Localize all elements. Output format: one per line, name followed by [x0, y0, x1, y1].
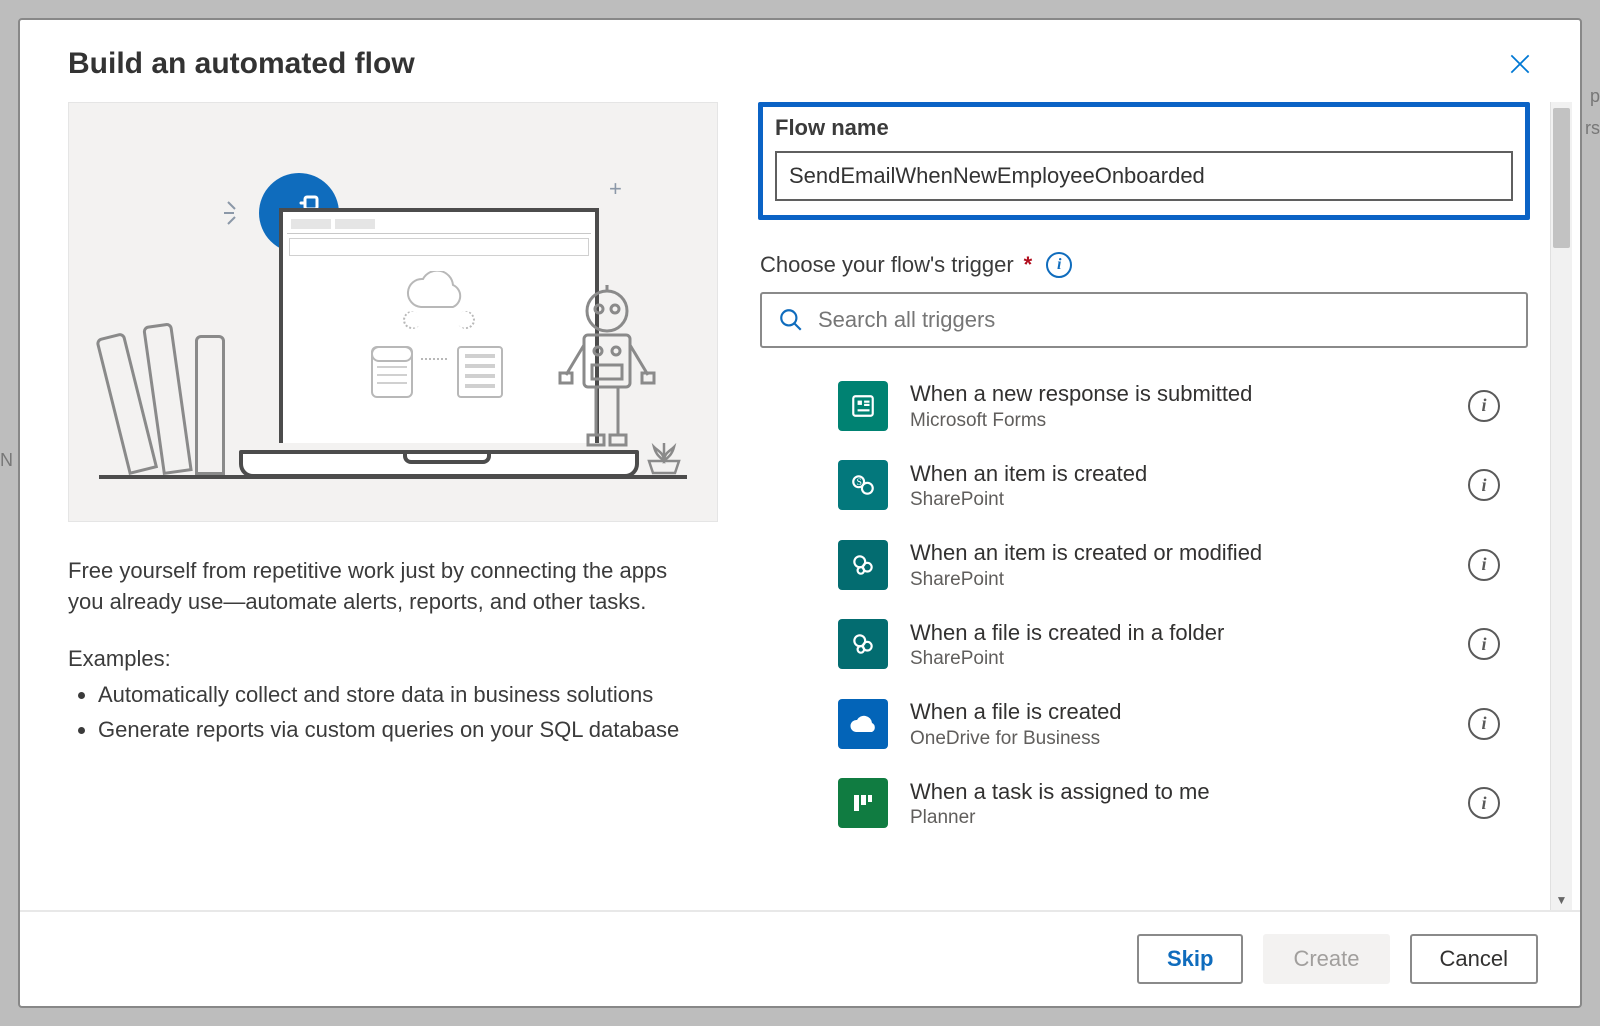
trigger-subtitle: Planner: [910, 807, 1446, 829]
trigger-item[interactable]: S When an item is createdSharePoint i: [838, 446, 1528, 526]
trigger-list: When a new response is submittedMicrosof…: [760, 366, 1528, 843]
dialog-title: Build an automated flow: [68, 47, 415, 81]
svg-text:S: S: [857, 477, 862, 488]
trigger-subtitle: SharePoint: [910, 648, 1446, 670]
dialog-header: Build an automated flow: [20, 20, 1580, 94]
trigger-title: When a file is created in a folder: [910, 619, 1446, 647]
dialog-body: +: [20, 94, 1580, 910]
dialog-footer: Skip Create Cancel: [20, 910, 1580, 1006]
trigger-text: When a file is createdOneDrive for Busin…: [910, 698, 1446, 750]
trigger-item[interactable]: When a file is createdOneDrive for Busin…: [838, 684, 1528, 764]
trigger-title: When a task is assigned to me: [910, 778, 1446, 806]
search-icon: [778, 307, 804, 333]
trigger-section: Choose your flow's trigger * i When a ne…: [758, 252, 1544, 843]
trigger-title: When a new response is submitted: [910, 380, 1446, 408]
trigger-subtitle: OneDrive for Business: [910, 728, 1446, 750]
bg-fragment: N: [0, 450, 13, 471]
create-button[interactable]: Create: [1263, 934, 1389, 984]
trigger-item[interactable]: When an item is created or modifiedShare…: [838, 525, 1528, 605]
planner-icon: [838, 778, 888, 828]
trigger-item[interactable]: When a file is created in a folderShareP…: [838, 605, 1528, 685]
trigger-text: When a task is assigned to mePlanner: [910, 778, 1446, 830]
flow-name-label: Flow name: [775, 115, 1513, 141]
trigger-subtitle: Microsoft Forms: [910, 410, 1446, 432]
trigger-text: When an item is createdSharePoint: [910, 460, 1446, 512]
trigger-text: When a new response is submittedMicrosof…: [910, 380, 1446, 432]
bg-fragment: p: [1590, 86, 1600, 107]
trigger-subtitle: SharePoint: [910, 489, 1446, 511]
plus-decor-icon: +: [609, 176, 622, 202]
info-icon[interactable]: i: [1468, 390, 1500, 422]
trigger-text: When an item is created or modifiedShare…: [910, 539, 1446, 591]
skip-button[interactable]: Skip: [1137, 934, 1243, 984]
trigger-title: When a file is created: [910, 698, 1446, 726]
trigger-label-text: Choose your flow's trigger: [760, 252, 1014, 278]
cancel-button[interactable]: Cancel: [1410, 934, 1538, 984]
trigger-subtitle: SharePoint: [910, 569, 1446, 591]
sharepoint2-icon: [838, 540, 888, 590]
info-icon[interactable]: i: [1468, 787, 1500, 819]
left-column: +: [68, 102, 758, 910]
trigger-text: When a file is created in a folderShareP…: [910, 619, 1446, 671]
info-icon[interactable]: i: [1468, 708, 1500, 740]
info-icon[interactable]: i: [1468, 549, 1500, 581]
right-column: Flow name Choose your flow's trigger * i…: [758, 102, 1580, 910]
info-icon[interactable]: i: [1468, 469, 1500, 501]
info-icon[interactable]: i: [1468, 628, 1500, 660]
trigger-title: When an item is created: [910, 460, 1446, 488]
example-item: Generate reports via custom queries on y…: [98, 713, 718, 746]
info-icon[interactable]: i: [1046, 252, 1072, 278]
trigger-search-input[interactable]: [818, 307, 1514, 333]
scroll-thumb[interactable]: [1553, 108, 1570, 248]
plant-illustration: [641, 431, 687, 475]
flow-name-section: Flow name: [758, 102, 1530, 220]
close-button[interactable]: [1500, 44, 1540, 84]
example-item: Automatically collect and store data in …: [98, 678, 718, 711]
scroll-down-icon[interactable]: ▼: [1551, 890, 1572, 910]
sharepoint2-icon: [838, 619, 888, 669]
bg-fragment: rs: [1585, 118, 1600, 139]
onedrive-icon: [838, 699, 888, 749]
trigger-search-box[interactable]: [760, 292, 1528, 348]
required-asterisk: *: [1024, 252, 1033, 278]
close-icon: [1507, 51, 1533, 77]
forms-icon: [838, 381, 888, 431]
flow-name-input[interactable]: [775, 151, 1513, 201]
examples-list: Automatically collect and store data in …: [68, 678, 718, 748]
flow-illustration: +: [68, 102, 718, 522]
trigger-item[interactable]: When a new response is submittedMicrosof…: [838, 366, 1528, 446]
trigger-item[interactable]: When a task is assigned to mePlanner i: [838, 764, 1528, 844]
trigger-label: Choose your flow's trigger * i: [760, 252, 1528, 278]
sharepoint-icon: S: [838, 460, 888, 510]
build-automated-flow-dialog: Build an automated flow +: [18, 18, 1582, 1008]
scrollbar[interactable]: ▲ ▼: [1550, 102, 1572, 910]
examples-label: Examples:: [68, 646, 718, 672]
trigger-title: When an item is created or modified: [910, 539, 1446, 567]
dialog-description: Free yourself from repetitive work just …: [68, 556, 708, 618]
